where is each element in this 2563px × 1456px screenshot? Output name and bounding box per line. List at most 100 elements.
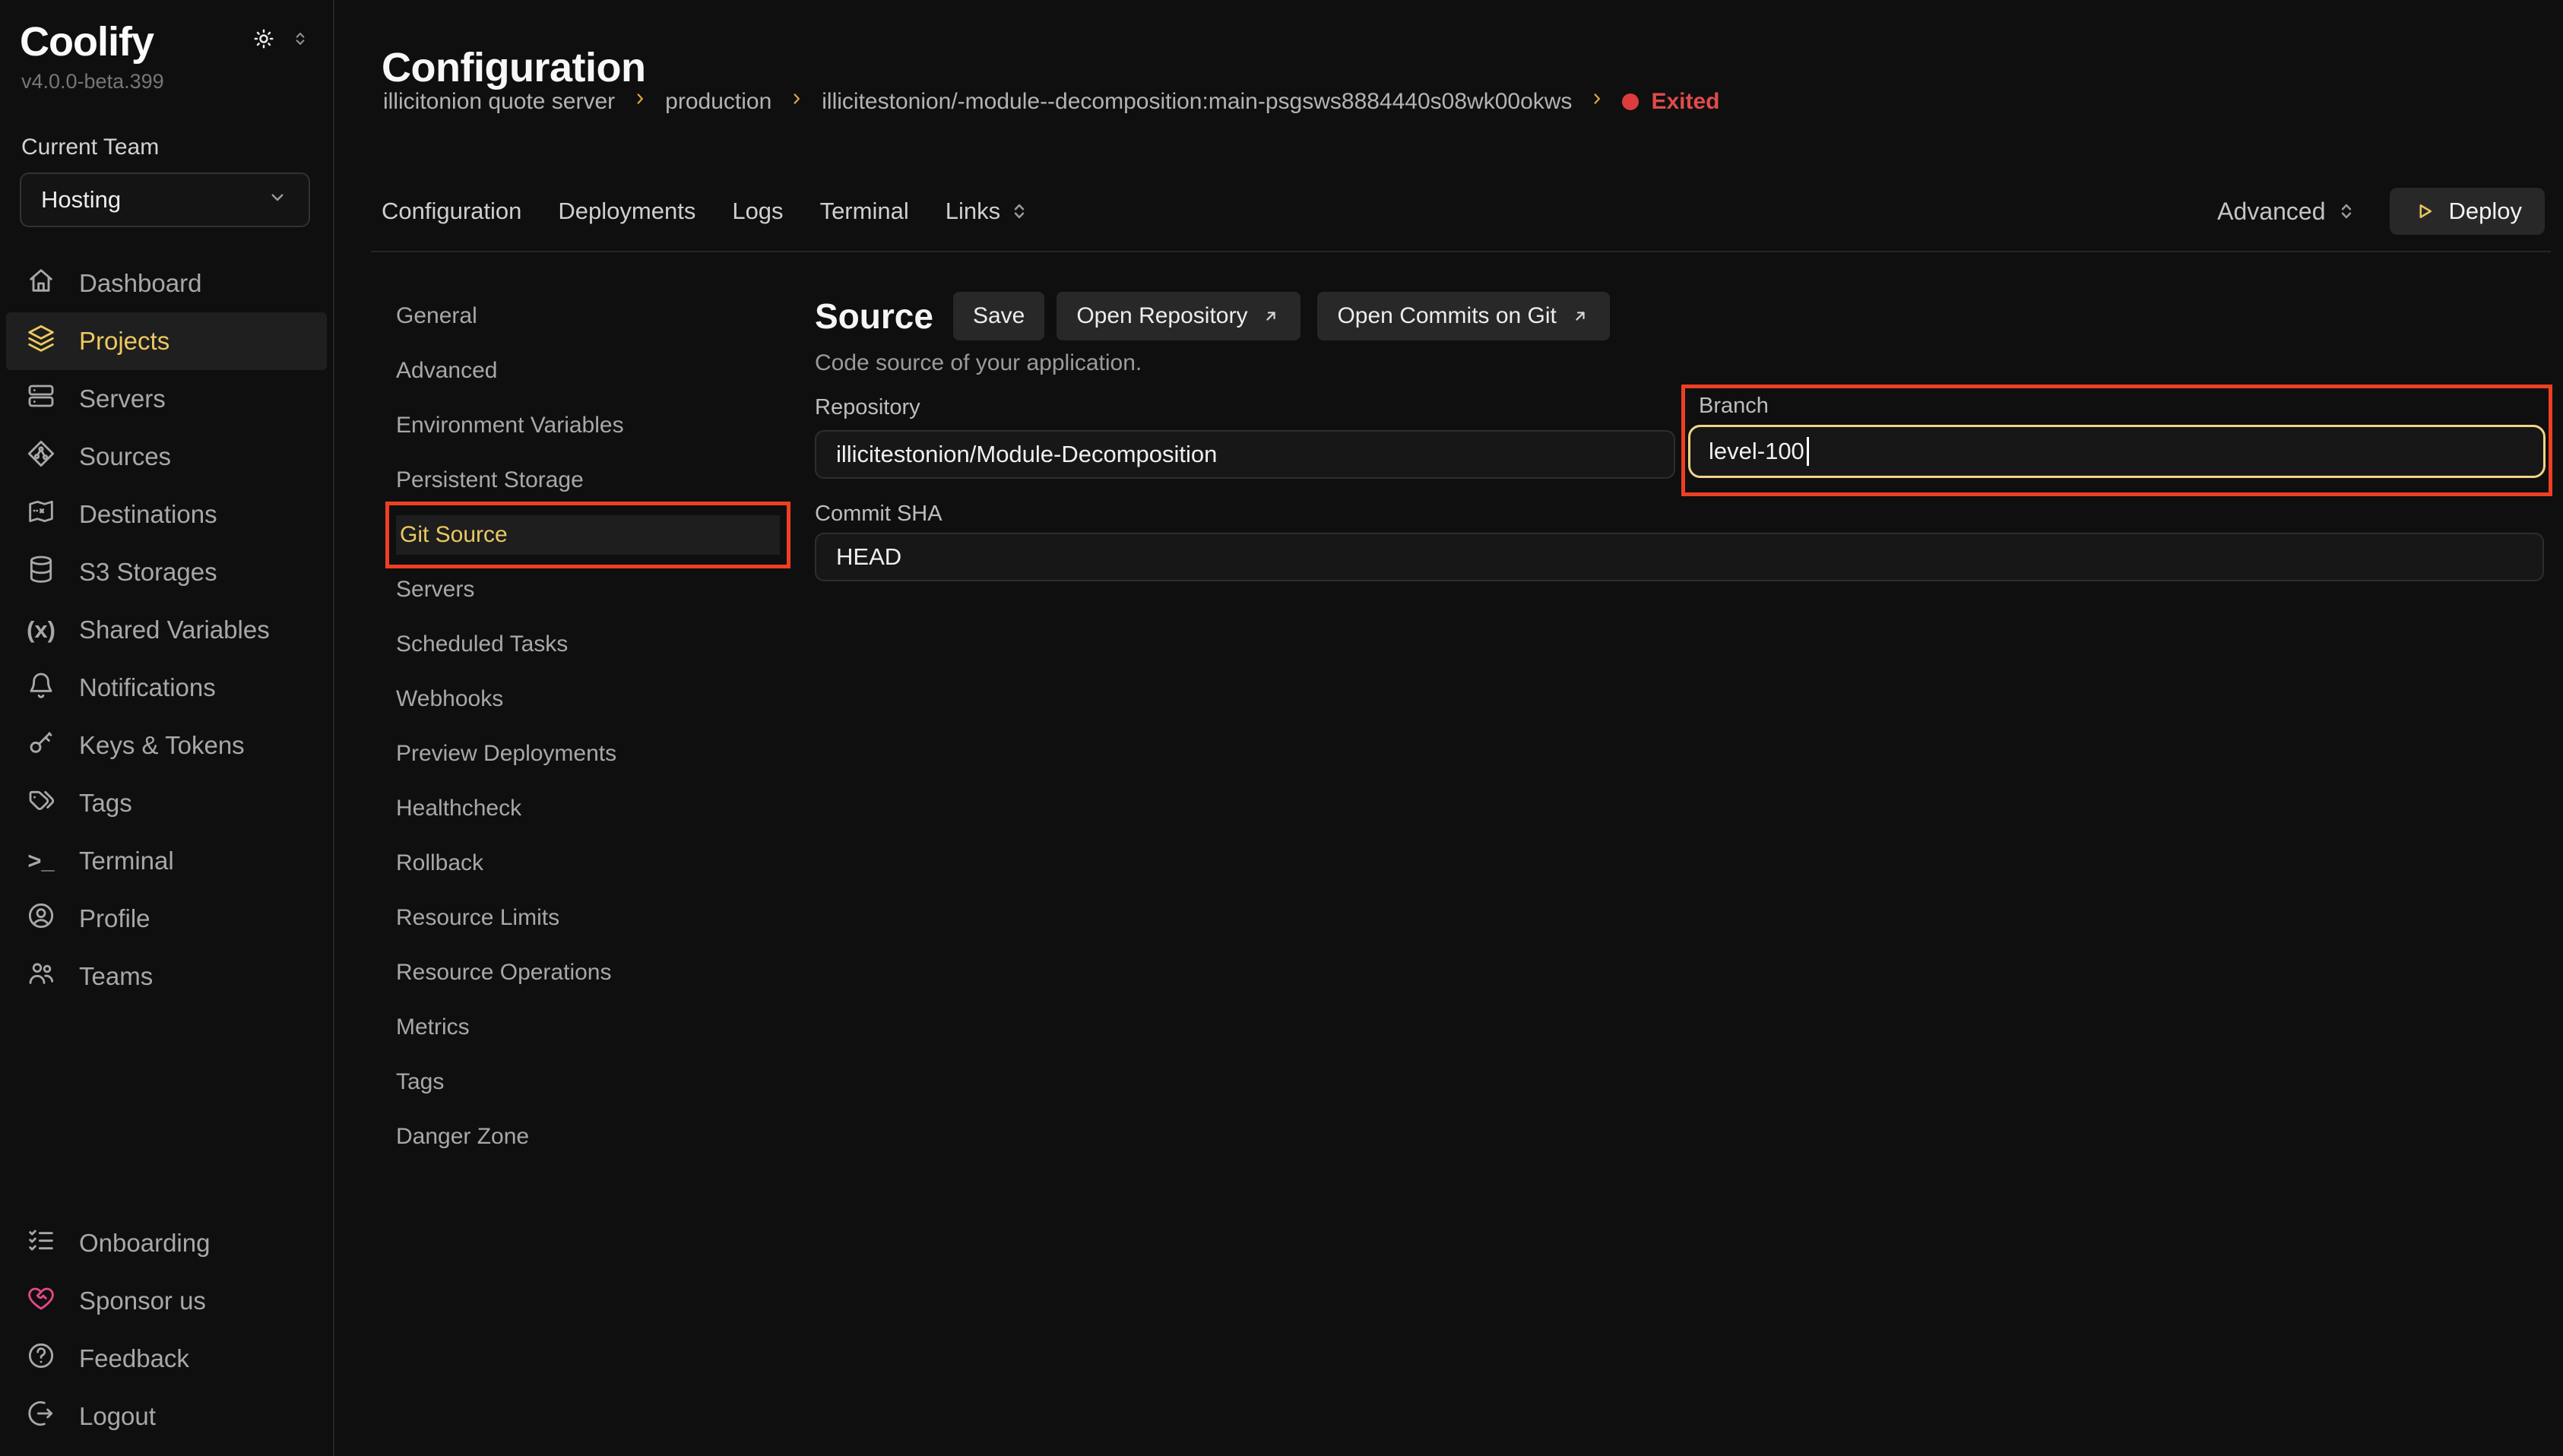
- open-repository-button[interactable]: Open Repository: [1057, 292, 1301, 340]
- terminal-icon: >_: [26, 847, 56, 875]
- repository-label: Repository: [815, 394, 1675, 420]
- sidebar-item-shared-variables[interactable]: (x) Shared Variables: [6, 601, 327, 659]
- subnav-item-servers[interactable]: Servers: [334, 562, 798, 617]
- chevron-right-icon: [630, 89, 650, 115]
- team-select-value: Hosting: [41, 186, 121, 214]
- subnav-item-metrics[interactable]: Metrics: [334, 1000, 798, 1055]
- repository-input[interactable]: illicitestonion/Module-Decomposition: [815, 430, 1675, 479]
- subnav-item-persistent-storage[interactable]: Persistent Storage: [334, 453, 798, 508]
- commit-sha-field-group: Commit SHA HEAD: [815, 501, 2544, 581]
- team-select[interactable]: Hosting: [20, 173, 310, 227]
- server-icon: [26, 381, 56, 417]
- advanced-dropdown[interactable]: Advanced: [2217, 198, 2357, 226]
- tab-logs[interactable]: Logs: [732, 198, 783, 225]
- main-area: Configuration illicitonion quote server …: [334, 0, 2563, 1456]
- sidebar-item-tags[interactable]: Tags: [6, 774, 327, 832]
- status-badge: Exited: [1622, 89, 1719, 115]
- app-logo: Coolify: [20, 21, 154, 62]
- sidebar-item-servers[interactable]: Servers: [6, 370, 327, 428]
- branch-input[interactable]: level-100: [1688, 425, 2546, 478]
- breadcrumb-environment[interactable]: production: [665, 89, 771, 115]
- subnav-item-danger-zone[interactable]: Danger Zone: [334, 1109, 798, 1164]
- users-icon: [26, 958, 56, 995]
- breadcrumb-resource[interactable]: illicitestonion/-module--decomposition:m…: [822, 89, 1572, 115]
- sidebar-item-sources[interactable]: Sources: [6, 428, 327, 486]
- config-subnav: General Advanced Environment Variables P…: [334, 289, 798, 1164]
- home-icon: [26, 265, 56, 302]
- sidebar-item-notifications[interactable]: Notifications: [6, 659, 327, 717]
- subnav-item-healthcheck[interactable]: Healthcheck: [334, 781, 798, 836]
- subnav-item-environment-variables[interactable]: Environment Variables: [334, 398, 798, 453]
- variables-icon: (x): [26, 616, 56, 644]
- sidebar-item-onboarding[interactable]: Onboarding: [6, 1214, 327, 1272]
- subnav-item-tags[interactable]: Tags: [334, 1055, 798, 1109]
- subnav-item-git-source[interactable]: Git Source: [396, 515, 780, 555]
- sidebar: Coolify v4.0.0-beta.399 Current Team Hos…: [0, 0, 334, 1456]
- source-panel: Source Save Open Repository Open Commits…: [815, 289, 2544, 581]
- open-commits-button[interactable]: Open Commits on Git: [1317, 292, 1609, 340]
- sidebar-item-keys-tokens[interactable]: Keys & Tokens: [6, 717, 327, 774]
- sidebar-nav: Dashboard Projects Servers Sources Desti…: [0, 255, 333, 1005]
- tags-icon: [26, 785, 56, 821]
- map-icon: [26, 496, 56, 533]
- chevron-right-icon: [787, 89, 806, 115]
- play-icon: [2413, 200, 2435, 223]
- sidebar-footer: Onboarding Sponsor us Feedback Logout: [0, 1214, 333, 1445]
- deploy-button[interactable]: Deploy: [2390, 188, 2546, 235]
- subnav-item-general[interactable]: General: [334, 289, 798, 343]
- tab-deployments[interactable]: Deployments: [558, 198, 695, 225]
- commit-sha-input[interactable]: HEAD: [815, 533, 2544, 581]
- tab-links[interactable]: Links: [946, 198, 1031, 225]
- breadcrumb-project[interactable]: illicitonion quote server: [383, 89, 615, 115]
- sidebar-item-profile[interactable]: Profile: [6, 890, 327, 948]
- sidebar-item-logout[interactable]: Logout: [6, 1388, 327, 1445]
- annotation-box-git-source: Git Source: [385, 502, 790, 568]
- branch-label: Branch: [1699, 393, 2546, 419]
- annotation-box-branch: Branch level-100: [1681, 385, 2552, 496]
- logo-row: Coolify: [0, 0, 333, 62]
- source-description: Code source of your application.: [815, 350, 2544, 376]
- tab-terminal[interactable]: Terminal: [820, 198, 909, 225]
- theme-selector-chevrons-icon[interactable]: [290, 29, 310, 52]
- heart-hands-icon: [26, 1283, 56, 1319]
- tabs: Configuration Deployments Logs Terminal …: [382, 187, 1031, 236]
- save-button[interactable]: Save: [953, 292, 1044, 340]
- layers-icon: [26, 323, 56, 359]
- chevron-down-icon: [266, 185, 289, 214]
- sidebar-item-projects[interactable]: Projects: [6, 312, 327, 370]
- subnav-item-advanced[interactable]: Advanced: [334, 343, 798, 398]
- tab-configuration[interactable]: Configuration: [382, 198, 521, 225]
- header-actions: Advanced Deploy: [2217, 187, 2545, 236]
- text-cursor: [1807, 437, 1809, 466]
- subnav-item-webhooks[interactable]: Webhooks: [334, 672, 798, 726]
- key-icon: [26, 727, 56, 764]
- source-title: Source: [815, 296, 933, 337]
- subnav-item-resource-limits[interactable]: Resource Limits: [334, 891, 798, 945]
- git-source-icon: [26, 438, 56, 475]
- sidebar-item-sponsor-us[interactable]: Sponsor us: [6, 1272, 327, 1330]
- bell-icon: [26, 669, 56, 706]
- page-title: Configuration: [382, 44, 645, 91]
- arrow-up-right-icon: [1570, 306, 1590, 326]
- sidebar-item-teams[interactable]: Teams: [6, 948, 327, 1005]
- sidebar-item-destinations[interactable]: Destinations: [6, 486, 327, 543]
- database-icon: [26, 554, 56, 590]
- status-dot-icon: [1622, 93, 1639, 110]
- checklist-icon: [26, 1225, 56, 1261]
- subnav-item-resource-operations[interactable]: Resource Operations: [334, 945, 798, 1000]
- status-label: Exited: [1651, 89, 1719, 115]
- subnav-item-preview-deployments[interactable]: Preview Deployments: [334, 726, 798, 781]
- repository-field-group: Repository illicitestonion/Module-Decomp…: [815, 385, 1675, 496]
- chevrons-up-down-icon: [1008, 200, 1031, 223]
- sidebar-item-s3-storages[interactable]: S3 Storages: [6, 543, 327, 601]
- theme-sun-icon[interactable]: [252, 27, 275, 54]
- subnav-item-rollback[interactable]: Rollback: [334, 836, 798, 891]
- sidebar-item-feedback[interactable]: Feedback: [6, 1330, 327, 1388]
- commit-sha-label: Commit SHA: [815, 501, 2544, 527]
- arrow-up-right-icon: [1261, 306, 1281, 326]
- subnav-item-scheduled-tasks[interactable]: Scheduled Tasks: [334, 617, 798, 672]
- sidebar-item-dashboard[interactable]: Dashboard: [6, 255, 327, 312]
- sidebar-item-terminal[interactable]: >_ Terminal: [6, 832, 327, 890]
- tabs-divider: [371, 251, 2551, 252]
- chevrons-up-down-icon: [2335, 200, 2358, 223]
